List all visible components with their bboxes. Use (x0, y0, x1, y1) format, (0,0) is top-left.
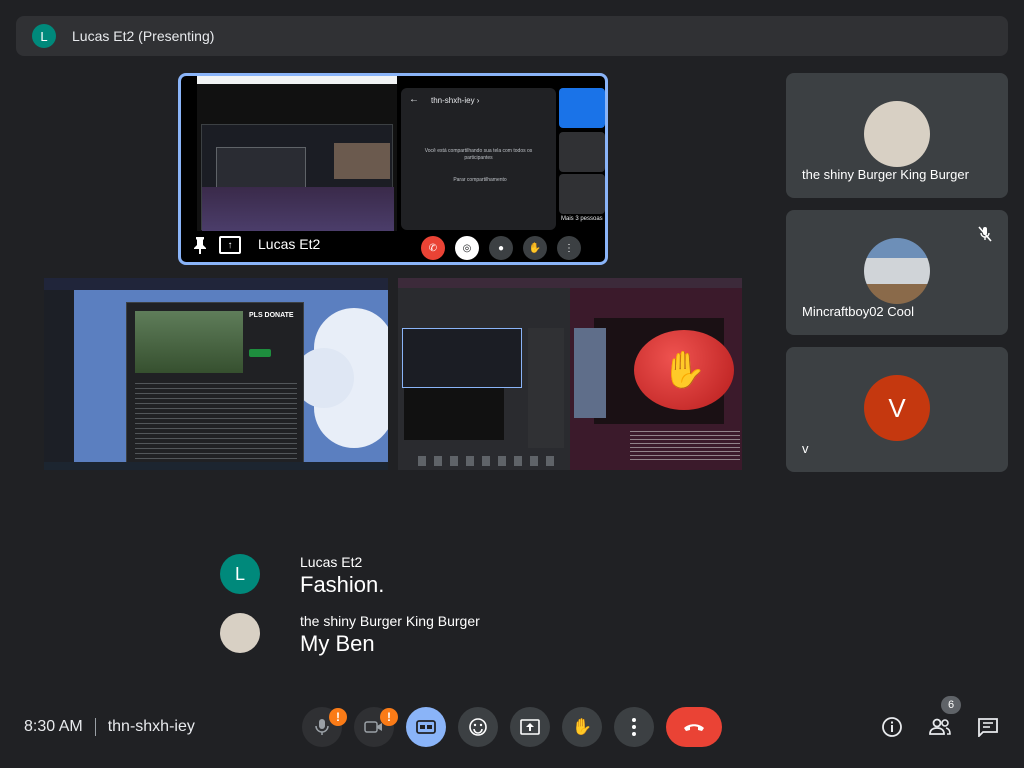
self-presentation-tile[interactable]: ← thn-shxh-iey › Você está compartilhand… (178, 73, 608, 265)
stop-sign-window: ✋ (570, 288, 742, 470)
play-button (249, 349, 271, 357)
nested-thumb (559, 132, 605, 172)
divider (94, 718, 96, 736)
nested-participants (528, 328, 564, 448)
participant-avatar (864, 238, 930, 304)
hang-up-icon (684, 724, 704, 731)
nested-more-icon: ⋮ (557, 236, 581, 260)
people-button[interactable] (927, 714, 953, 740)
camera-warning-icon: ! (380, 708, 398, 726)
hand-icon: ✋ (572, 719, 592, 736)
participant-name: Mincraftboy02 Cool (802, 304, 914, 319)
participant-name: v (802, 441, 809, 456)
nested-meet-view (398, 288, 570, 470)
caption-entry: L Lucas Et2 Fashion. (220, 554, 384, 598)
back-arrow-icon: ← (409, 94, 419, 105)
presenter-avatar: L (32, 24, 56, 48)
nested-thumb (559, 174, 605, 214)
caption-line: Fashion. (300, 572, 385, 597)
shared-desktop-preview (197, 76, 397, 231)
present-screen-icon[interactable]: ↑ (219, 236, 241, 254)
mic-warning-icon: ! (329, 708, 347, 726)
game-title: PLS DONATE (249, 312, 294, 319)
mic-off-icon (978, 226, 992, 242)
caption-avatar (220, 613, 260, 653)
nested-presentation (402, 328, 522, 388)
nested-window (201, 124, 394, 231)
shared-screen-tile-1[interactable]: PLS DONATE (44, 278, 388, 470)
participant-name: the shiny Burger King Burger (802, 167, 969, 182)
caption-text-block: Lucas Et2 Fashion. (300, 554, 384, 598)
stop-hand-icon: ✋ (634, 330, 734, 410)
camera-thumbnail (334, 143, 390, 179)
nested-thumbnails: Mais 3 pessoas (559, 88, 605, 230)
nested-controls: ✆ ◎ ● ✋ ⋮ (421, 236, 581, 260)
mic-icon (315, 719, 329, 735)
presenter-banner: L Lucas Et2 (Presenting) (16, 16, 1008, 56)
nested-end-call-icon: ✆ (421, 236, 445, 260)
nested-mic-icon: ● (489, 236, 513, 260)
captions-button[interactable] (406, 707, 446, 747)
participant-tile[interactable]: the shiny Burger King Burger (786, 73, 1008, 198)
nested-screen (404, 388, 504, 440)
nested-camera-off-icon: ◎ (455, 236, 479, 260)
clock-time: 8:30 AM (24, 718, 83, 735)
text-table (630, 428, 740, 462)
raise-hand-button[interactable]: ✋ (562, 707, 602, 747)
nested-hand-icon: ✋ (523, 236, 547, 260)
image-viewer: ✋ (594, 318, 734, 424)
chat-icon (978, 718, 998, 737)
more-options-button[interactable] (614, 707, 654, 747)
nested-more-people: Mais 3 pessoas (561, 216, 603, 222)
wallpaper (202, 187, 394, 231)
emoji-icon (469, 718, 487, 736)
caption-text-block: the shiny Burger King Burger My Ben (300, 613, 480, 657)
participant-count-badge: 6 (941, 696, 961, 714)
nested-stop-sharing: Parar compartilhamento (453, 177, 507, 183)
shared-screen-tile-2[interactable]: ✋ (398, 278, 742, 470)
caption-avatar: L (220, 554, 260, 594)
more-vert-icon (632, 718, 636, 736)
nested-controls (418, 456, 558, 466)
nested-share-message: Você está compartilhando sua tela com to… (424, 148, 533, 161)
browser-tabs (44, 278, 388, 290)
pin-icon[interactable] (193, 236, 207, 254)
browser-sidebar (44, 290, 74, 470)
side-panel (574, 328, 606, 418)
participant-avatar (864, 101, 930, 167)
taskbar (44, 462, 388, 470)
present-icon (520, 719, 540, 735)
participant-avatar: V (864, 375, 930, 441)
browser-tabs (398, 278, 742, 288)
caption-line: My Ben (300, 631, 375, 656)
participant-tile[interactable]: Mincraftboy02 Cool (786, 210, 1008, 335)
present-now-button[interactable] (510, 707, 550, 747)
info-icon (882, 717, 902, 737)
caption-entry: the shiny Burger King Burger My Ben (220, 613, 480, 657)
reactions-button[interactable] (458, 707, 498, 747)
meeting-code: thn-shxh-iey (107, 718, 195, 735)
chat-button[interactable] (975, 714, 1001, 740)
meeting-details-button[interactable] (879, 714, 905, 740)
caption-speaker: Lucas Et2 (300, 554, 363, 570)
caption-speaker: the shiny Burger King Burger (300, 613, 480, 629)
self-tile-name: Lucas Et2 (258, 236, 321, 252)
nested-thumb-active (559, 88, 605, 128)
game-thumbnail (135, 311, 243, 373)
presenter-title: Lucas Et2 (Presenting) (72, 28, 215, 44)
participant-tile[interactable]: V v (786, 347, 1008, 472)
nested-meet-code: thn-shxh-iey › (431, 96, 480, 105)
meeting-info: 8:30 AM thn-shxh-iey (24, 718, 195, 736)
game-page-panel: PLS DONATE (126, 302, 304, 466)
game-description (135, 379, 297, 459)
leave-call-button[interactable] (666, 707, 722, 747)
captions-icon (416, 720, 436, 734)
preview-strip (197, 76, 397, 84)
people-icon (929, 718, 951, 735)
nested-meet-panel: ← thn-shxh-iey › Você está compartilhand… (401, 88, 556, 230)
